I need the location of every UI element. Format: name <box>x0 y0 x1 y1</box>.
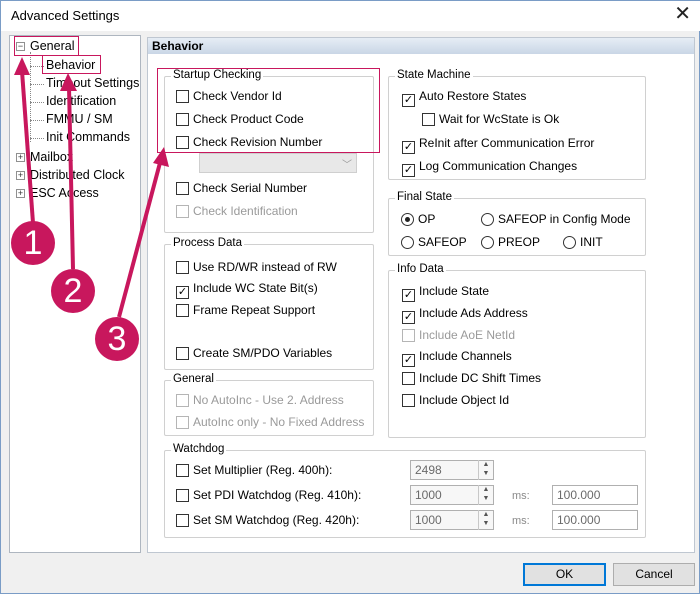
annotation-arrows <box>14 57 169 318</box>
annotation-badge-1: 1 <box>11 221 55 265</box>
advanced-settings-dialog: Advanced Settings ✕ − General Behavior T… <box>0 0 700 594</box>
annotation-badge-2: 2 <box>51 269 95 313</box>
annotation-badge-3: 3 <box>95 317 139 361</box>
